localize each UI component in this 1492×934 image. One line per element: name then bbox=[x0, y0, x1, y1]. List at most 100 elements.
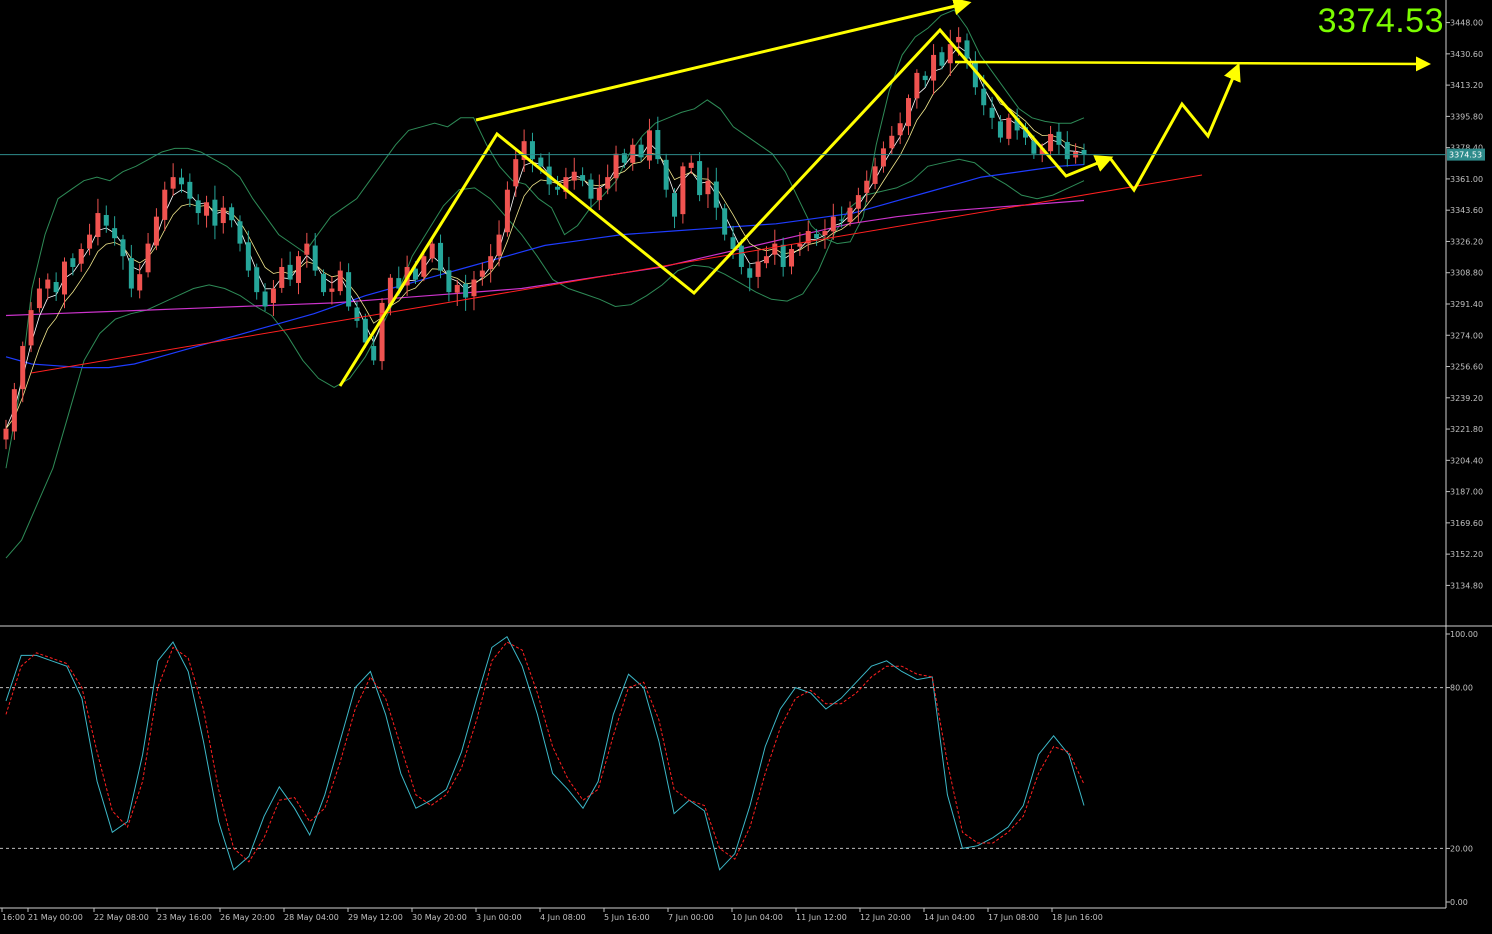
candle-body bbox=[555, 186, 561, 190]
candle-body bbox=[362, 318, 368, 343]
candle-body bbox=[112, 228, 118, 239]
candle-body bbox=[855, 195, 861, 209]
candle-body bbox=[956, 36, 962, 43]
candle-body bbox=[11, 389, 17, 432]
candle-body bbox=[3, 428, 9, 440]
current-price-display: 3374.53 bbox=[1317, 2, 1444, 40]
candle-body bbox=[220, 207, 226, 224]
time-tick-label: 22 May 08:00 bbox=[94, 913, 149, 922]
time-tick-label: 14 Jun 04:00 bbox=[924, 913, 975, 922]
candle-body bbox=[187, 181, 193, 199]
candle-body bbox=[797, 243, 803, 247]
candle-body bbox=[646, 130, 652, 161]
candle-body bbox=[772, 243, 778, 255]
candle-body bbox=[697, 161, 703, 196]
price-tick-label: 3361.00 bbox=[1450, 175, 1483, 184]
chart-canvas[interactable]: 3448.003430.603413.203395.803378.403361.… bbox=[0, 0, 1492, 929]
candle-body bbox=[354, 307, 360, 321]
price-tick-label: 3274.00 bbox=[1450, 331, 1483, 340]
candle-body bbox=[847, 207, 853, 223]
candle-body bbox=[981, 88, 987, 106]
candle-body bbox=[488, 256, 494, 270]
candle-body bbox=[1056, 131, 1062, 145]
time-tick-label: 4 Jun 08:00 bbox=[540, 913, 586, 922]
candle-body bbox=[438, 242, 444, 271]
candle-body bbox=[713, 181, 719, 208]
candle-body bbox=[755, 261, 761, 277]
candle-body bbox=[931, 54, 937, 81]
price-tick-label: 3430.60 bbox=[1450, 50, 1483, 59]
candle-body bbox=[939, 52, 945, 66]
candle-body bbox=[897, 123, 903, 136]
candle-body bbox=[529, 141, 535, 160]
candle-body bbox=[178, 177, 184, 185]
candle-body bbox=[421, 256, 427, 277]
candle-body bbox=[295, 256, 301, 283]
time-tick-label: 16:00 bbox=[2, 913, 25, 922]
candle-body bbox=[830, 216, 836, 232]
candle-body bbox=[137, 274, 143, 291]
candle-body bbox=[688, 162, 694, 168]
candle-body bbox=[906, 98, 912, 127]
candle-body bbox=[1081, 149, 1087, 155]
price-tick-label: 3343.60 bbox=[1450, 206, 1483, 215]
candle-body bbox=[87, 234, 93, 249]
candle-body bbox=[580, 175, 586, 181]
candle-body bbox=[780, 244, 786, 267]
price-tick-label: 3187.00 bbox=[1450, 488, 1483, 497]
candle-body bbox=[346, 272, 352, 307]
price-tick-label: 3291.40 bbox=[1450, 300, 1483, 309]
time-tick-label: 30 May 20:00 bbox=[412, 913, 467, 922]
candle-body bbox=[538, 157, 544, 167]
time-tick-label: 7 Jun 00:00 bbox=[668, 913, 714, 922]
candle-body bbox=[722, 208, 728, 235]
candle-body bbox=[789, 249, 795, 267]
candle-body bbox=[747, 268, 753, 278]
candle-body bbox=[605, 177, 611, 189]
price-tick-label: 3204.40 bbox=[1450, 456, 1483, 465]
time-tick-label: 11 Jun 12:00 bbox=[796, 913, 847, 922]
candle-body bbox=[153, 216, 159, 246]
candle-body bbox=[763, 256, 769, 264]
candle-body bbox=[839, 219, 845, 221]
candle-body bbox=[429, 243, 435, 259]
candle-body bbox=[170, 177, 176, 189]
candle-body bbox=[814, 234, 820, 239]
price-tick-label: 3395.80 bbox=[1450, 112, 1483, 121]
time-tick-label: 10 Jun 04:00 bbox=[732, 913, 783, 922]
candle-body bbox=[262, 291, 268, 307]
candle-body bbox=[337, 270, 343, 292]
candle-body bbox=[1006, 117, 1012, 139]
price-tick-label: 3308.80 bbox=[1450, 269, 1483, 278]
time-tick-label: 29 May 12:00 bbox=[348, 913, 403, 922]
candle-body bbox=[195, 200, 201, 214]
candle-body bbox=[947, 44, 953, 64]
candle-body bbox=[613, 153, 619, 179]
price-tick-label: 3448.00 bbox=[1450, 19, 1483, 28]
candle-body bbox=[78, 249, 84, 264]
candle-body bbox=[630, 144, 636, 163]
candle-body bbox=[914, 72, 920, 99]
time-tick-label: 18 Jun 16:00 bbox=[1052, 913, 1103, 922]
price-tick-label: 3169.60 bbox=[1450, 519, 1483, 528]
candle-body bbox=[964, 40, 970, 59]
candle-body bbox=[513, 159, 519, 187]
time-tick-label: 17 Jun 08:00 bbox=[988, 913, 1039, 922]
candle-body bbox=[120, 239, 126, 257]
candle-body bbox=[738, 245, 744, 267]
candle-body bbox=[596, 187, 602, 201]
candle-body bbox=[571, 171, 577, 181]
candle-body bbox=[229, 207, 235, 221]
candle-body bbox=[70, 258, 76, 267]
stoch-tick-label: 80.00 bbox=[1450, 684, 1473, 693]
time-tick-label: 21 May 00:00 bbox=[28, 913, 83, 922]
price-chart[interactable]: 3448.00 3430.60 3413.20 3395.80 3378.40 3361.… bbox=[0, 0, 1492, 929]
candle-body bbox=[889, 135, 895, 149]
candle-body bbox=[95, 213, 101, 237]
candle-body bbox=[162, 189, 168, 220]
candle-body bbox=[504, 189, 510, 233]
candle-body bbox=[45, 279, 51, 289]
price-tick-label: 3413.20 bbox=[1450, 81, 1483, 90]
candle-body bbox=[822, 231, 828, 236]
candle-body bbox=[329, 288, 335, 292]
